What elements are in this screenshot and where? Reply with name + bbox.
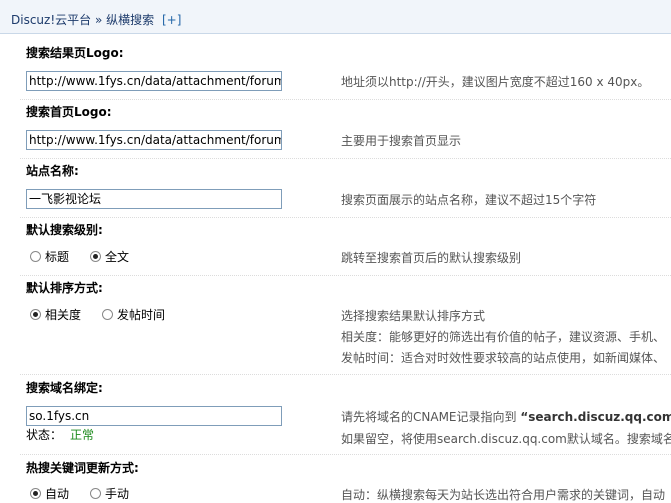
domain-bind-tip-text: 请先将域名的CNAME记录指向到 bbox=[341, 410, 517, 424]
radio-unchecked-icon bbox=[90, 488, 101, 499]
default-level-label: 默认搜索级别: bbox=[26, 223, 103, 237]
radio-sort-relevance-label: 相关度 bbox=[45, 308, 82, 322]
domain-bind-input[interactable]: so.1fys.cn bbox=[26, 406, 282, 426]
hot-keyword-label: 热搜关键词更新方式: bbox=[26, 461, 139, 475]
row-divider bbox=[20, 275, 671, 276]
radio-hot-auto-label: 自动 bbox=[45, 487, 70, 501]
site-name-label: 站点名称: bbox=[26, 164, 79, 178]
radio-sort-time[interactable]: 发帖时间 bbox=[102, 306, 165, 323]
row-divider bbox=[20, 99, 671, 100]
top-bar: Discuz!云平台 » 纵横搜索 [+] bbox=[0, 0, 671, 34]
domain-bind-tip-default: 如果留空，将使用search.discuz.qq.com默认域名。搜索域名 bbox=[341, 432, 671, 446]
radio-hot-auto[interactable]: 自动 bbox=[30, 485, 69, 502]
radio-checked-icon bbox=[90, 251, 101, 262]
breadcrumb: Discuz!云平台 » 纵横搜索 [+] bbox=[11, 11, 181, 28]
radio-checked-icon bbox=[30, 488, 41, 499]
expand-toggle[interactable]: [+] bbox=[162, 13, 181, 27]
radio-unchecked-icon bbox=[30, 251, 41, 262]
logo-home-input[interactable]: http://www.1fys.cn/data/attachment/forum… bbox=[26, 130, 282, 150]
domain-bind-tip-domain: “search.discuz.qq.com bbox=[520, 410, 671, 424]
default-sort-tip-relevance: 相关度：能够更好的筛选出有价值的帖子，建议资源、手机、 bbox=[341, 330, 666, 344]
default-sort-tip: 选择搜索结果默认排序方式 bbox=[341, 309, 486, 323]
logo-home-label: 搜索首页Logo: bbox=[26, 105, 112, 119]
radio-checked-icon bbox=[30, 309, 41, 320]
breadcrumb-root-link[interactable]: Discuz!云平台 bbox=[11, 13, 91, 27]
row-divider bbox=[20, 454, 671, 455]
default-sort-tip-time: 发帖时间：适合对时效性要求较高的站点使用，如新闻媒体、 bbox=[341, 351, 666, 365]
row-divider bbox=[20, 217, 671, 218]
domain-status: 状态： 正常 bbox=[26, 426, 94, 443]
radio-sort-relevance[interactable]: 相关度 bbox=[30, 306, 81, 323]
row-divider bbox=[20, 158, 671, 159]
radio-hot-manual-label: 手动 bbox=[105, 487, 130, 501]
site-name-tip: 搜索页面展示的站点名称，建议不超过15个字符 bbox=[341, 193, 597, 207]
site-name-input[interactable]: 一飞影视论坛 bbox=[26, 189, 282, 209]
radio-level-title[interactable]: 标题 bbox=[30, 248, 69, 265]
radio-unchecked-icon bbox=[102, 309, 113, 320]
logo-result-tip: 地址须以http://开头，建议图片宽度不超过160 x 40px。 bbox=[341, 75, 650, 89]
hot-keyword-tip: 自动：纵横搜索每天为站长选出符合用户需求的关键词，自动 bbox=[341, 488, 666, 502]
default-level-tip: 跳转至搜索首页后的默认搜索级别 bbox=[341, 251, 522, 265]
breadcrumb-separator: » bbox=[94, 13, 103, 27]
breadcrumb-current: 纵横搜索 bbox=[106, 13, 155, 27]
default-sort-label: 默认排序方式: bbox=[26, 281, 103, 295]
radio-level-title-label: 标题 bbox=[45, 250, 70, 264]
logo-result-label: 搜索结果页Logo: bbox=[26, 46, 124, 60]
domain-status-label: 状态： bbox=[26, 428, 63, 442]
domain-bind-tip: 请先将域名的CNAME记录指向到 “search.discuz.qq.com bbox=[341, 408, 671, 425]
domain-status-value: 正常 bbox=[70, 428, 95, 442]
logo-result-input[interactable]: http://www.1fys.cn/data/attachment/forum… bbox=[26, 71, 282, 91]
row-divider bbox=[20, 374, 671, 375]
radio-hot-manual[interactable]: 手动 bbox=[90, 485, 129, 502]
radio-sort-time-label: 发帖时间 bbox=[117, 308, 166, 322]
radio-level-fulltext-label: 全文 bbox=[105, 250, 130, 264]
domain-bind-label: 搜索域名绑定: bbox=[26, 381, 103, 395]
radio-level-fulltext[interactable]: 全文 bbox=[90, 248, 129, 265]
logo-home-tip: 主要用于搜索首页显示 bbox=[341, 134, 462, 148]
